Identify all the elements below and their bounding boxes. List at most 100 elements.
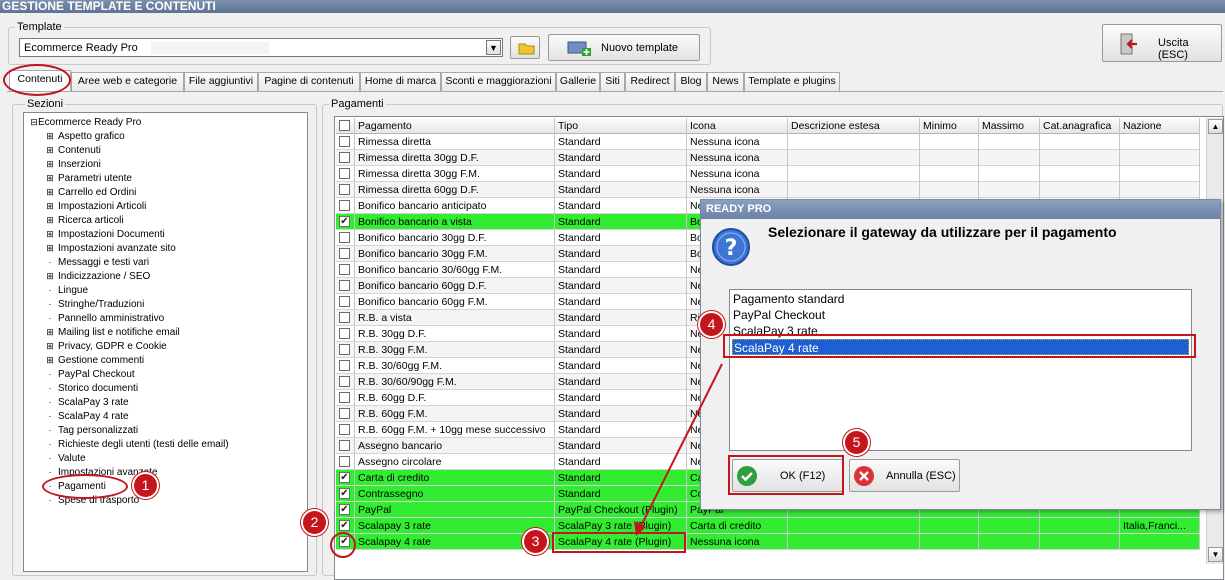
row-check-cell[interactable]: ✔ (336, 486, 355, 502)
tree-item[interactable]: ⊞ Contenuti (46, 143, 101, 157)
tree-item[interactable]: ⊞ Mailing list e notifiche email (46, 325, 180, 339)
tree-item[interactable]: ⊞ Parametri utente (46, 171, 132, 185)
column-header[interactable]: Massimo (979, 118, 1040, 134)
tab-aree-web[interactable]: Aree web e categorie (71, 72, 184, 91)
tree-item[interactable]: · Valute (46, 451, 86, 465)
row-check-cell[interactable] (336, 262, 355, 278)
tree-item[interactable]: · ScalaPay 3 rate (46, 395, 129, 409)
tab-pagine-contenuti[interactable]: Pagine di contenuti (258, 72, 360, 91)
tab-contenuti[interactable]: Contenuti (9, 70, 71, 91)
row-check-cell[interactable] (336, 390, 355, 406)
column-header[interactable]: Cat.anagrafica (1040, 118, 1120, 134)
tree-item[interactable]: ⊞ Impostazioni Articoli (46, 199, 146, 213)
row-check-cell[interactable]: ✔ (336, 534, 355, 550)
row-checkbox[interactable] (339, 200, 350, 211)
scroll-up-icon[interactable]: ▲ (1208, 119, 1223, 134)
tab-sconti[interactable]: Sconti e maggiorazioni (441, 72, 556, 91)
row-checkbox[interactable]: ✔ (339, 472, 350, 483)
row-checkbox[interactable] (339, 312, 350, 323)
cancel-button[interactable]: Annulla (ESC) (849, 459, 960, 492)
row-check-cell[interactable]: ✔ (336, 502, 355, 518)
row-checkbox[interactable] (339, 360, 350, 371)
row-check-cell[interactable] (336, 358, 355, 374)
tree-item[interactable]: · PayPal Checkout (46, 367, 135, 381)
column-header[interactable]: Tipo (555, 118, 687, 134)
tree-item[interactable]: · Spese di trasporto (46, 493, 140, 507)
expand-icon[interactable]: ⊞ (46, 185, 54, 199)
expand-icon[interactable]: ⊞ (46, 143, 54, 157)
tab-template-plugins[interactable]: Template e plugins (744, 72, 840, 91)
row-checkbox[interactable]: ✔ (339, 536, 350, 547)
row-checkbox[interactable]: ✔ (339, 520, 350, 531)
row-check-cell[interactable]: ✔ (336, 470, 355, 486)
gateway-option[interactable]: Pagamento standard (732, 291, 1189, 307)
tree-item[interactable]: · Messaggi e testi vari (46, 255, 150, 269)
row-check-cell[interactable] (336, 374, 355, 390)
row-check-cell[interactable] (336, 150, 355, 166)
table-row[interactable]: ✔ Scalapay 3 rate ScalaPay 3 rate (Plugin)… (336, 518, 1200, 534)
row-check-cell[interactable]: ✔ (336, 518, 355, 534)
new-template-button[interactable]: Nuovo template (548, 34, 700, 61)
expand-icon[interactable]: ⊞ (46, 129, 54, 143)
tree-item[interactable]: · Storico documenti (46, 381, 139, 395)
row-check-cell[interactable] (336, 278, 355, 294)
tab-siti[interactable]: Siti (600, 72, 625, 91)
expand-icon[interactable]: ⊞ (46, 339, 54, 353)
tree-item[interactable]: ⊞ Indicizzazione / SEO (46, 269, 150, 283)
gateway-listbox[interactable]: Pagamento standard PayPal Checkout ScalaPa… (729, 289, 1192, 451)
row-checkbox[interactable] (339, 328, 350, 339)
row-checkbox[interactable] (339, 424, 350, 435)
column-header[interactable]: Minimo (920, 118, 979, 134)
expand-icon[interactable]: ⊞ (46, 213, 54, 227)
row-checkbox[interactable]: ✔ (339, 504, 350, 515)
open-folder-button[interactable] (510, 36, 540, 59)
expand-icon[interactable]: ⊞ (46, 157, 54, 171)
column-header[interactable]: Descrizione estesa (788, 118, 920, 134)
gateway-option[interactable]: ScalaPay 4 rate (732, 339, 1189, 355)
chevron-down-icon[interactable]: ▼ (486, 40, 501, 55)
tree-item[interactable]: · Tag personalizzati (46, 423, 139, 437)
tree-root[interactable]: ⊟Ecommerce Ready Pro (30, 115, 141, 129)
row-check-cell[interactable] (336, 438, 355, 454)
row-checkbox[interactable] (339, 264, 350, 275)
row-checkbox[interactable]: ✔ (339, 216, 350, 227)
row-check-cell[interactable] (336, 246, 355, 262)
row-check-cell[interactable] (336, 422, 355, 438)
tree-item[interactable]: ⊞ Privacy, GDPR e Cookie (46, 339, 167, 353)
row-check-cell[interactable] (336, 454, 355, 470)
expand-icon[interactable]: ⊞ (46, 171, 54, 185)
row-check-cell[interactable]: ✔ (336, 214, 355, 230)
tab-news[interactable]: News (707, 72, 744, 91)
table-row[interactable]: Rimessa diretta 30gg D.F. Standard Nessuna… (336, 150, 1200, 166)
row-check-cell[interactable] (336, 230, 355, 246)
column-header[interactable]: Pagamento (355, 118, 555, 134)
tree-item[interactable]: · Stringhe/Traduzioni (46, 297, 145, 311)
row-checkbox[interactable] (339, 440, 350, 451)
collapse-icon[interactable]: ⊟ (30, 115, 38, 129)
tree-item[interactable]: · Pagamenti (46, 479, 106, 493)
row-check-cell[interactable] (336, 166, 355, 182)
gateway-option[interactable]: ScalaPay 3 rate (732, 323, 1189, 339)
table-row[interactable]: Rimessa diretta Standard Nessuna icona (336, 134, 1200, 150)
tab-blog[interactable]: Blog (675, 72, 707, 91)
ok-button[interactable]: OK (F12) (732, 459, 843, 492)
row-checkbox[interactable] (339, 456, 350, 467)
row-checkbox[interactable] (339, 344, 350, 355)
row-check-cell[interactable] (336, 182, 355, 198)
row-check-cell[interactable] (336, 310, 355, 326)
tree-item[interactable]: ⊞ Impostazioni avanzate sito (46, 241, 176, 255)
expand-icon[interactable]: ⊞ (46, 269, 54, 283)
table-row[interactable]: ✔ Scalapay 4 rate ScalaPay 4 rate (Plugin)… (336, 534, 1200, 550)
tree-item[interactable]: ⊞ Ricerca articoli (46, 213, 123, 227)
row-checkbox[interactable] (339, 296, 350, 307)
tab-file-aggiuntivi[interactable]: File aggiuntivi (184, 72, 258, 91)
expand-icon[interactable]: ⊞ (46, 199, 54, 213)
tree-item[interactable]: · Lingue (46, 283, 89, 297)
select-all-checkbox[interactable] (339, 120, 350, 131)
row-checkbox[interactable] (339, 232, 350, 243)
tree-item[interactable]: · Pannello amministrativo (46, 311, 165, 325)
scroll-down-icon[interactable]: ▼ (1208, 547, 1223, 562)
row-checkbox[interactable] (339, 136, 350, 147)
header-select-all[interactable] (336, 118, 355, 134)
row-check-cell[interactable] (336, 326, 355, 342)
